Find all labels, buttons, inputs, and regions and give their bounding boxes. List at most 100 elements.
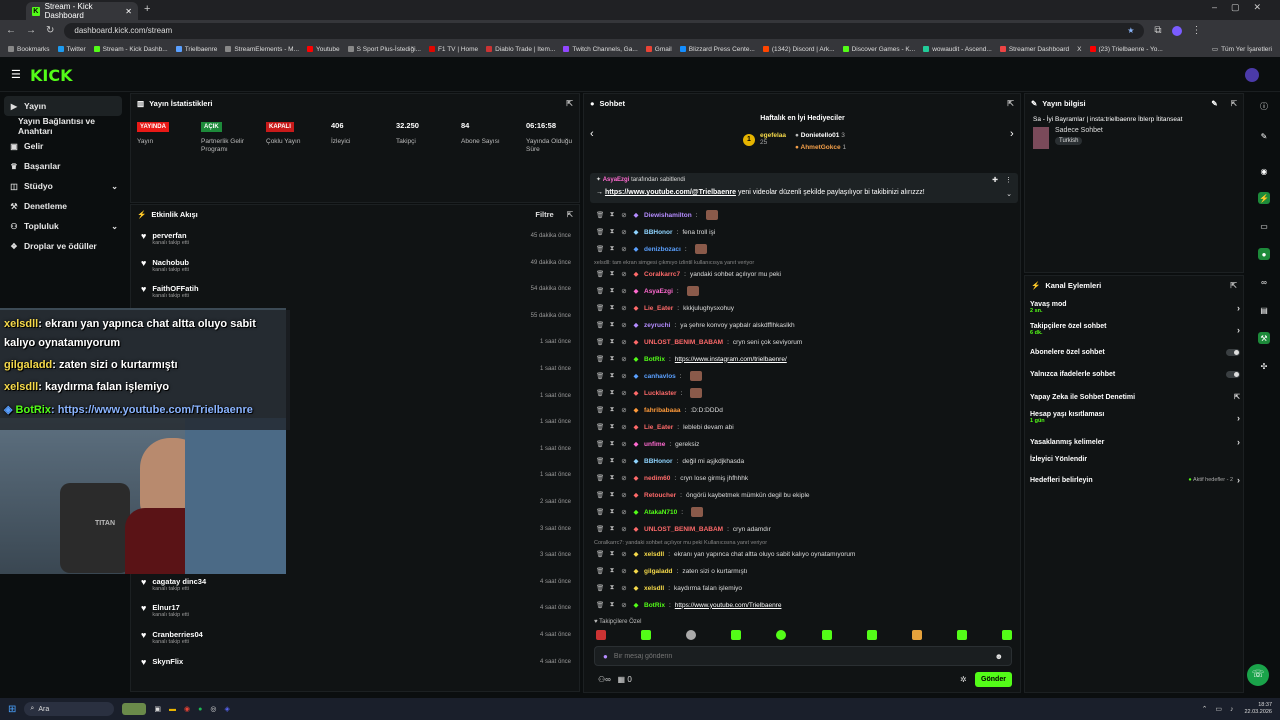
- bookmark-item[interactable]: (23) Trielbaenre - Yo...: [1089, 46, 1163, 53]
- chat-bubble-icon[interactable]: ●: [1258, 248, 1270, 260]
- files-icon[interactable]: ▣: [154, 705, 161, 713]
- followers-only-row[interactable]: Takipçilere özel sohbet 6 dk. ›: [1030, 323, 1240, 336]
- bookmark-item[interactable]: Diablo Trade | Item...: [486, 46, 555, 53]
- tray-icons[interactable]: ⌃ ▭ ♪: [1202, 705, 1237, 713]
- popout-icon[interactable]: ⇱: [1007, 99, 1014, 108]
- ban-icon[interactable]: ⊘: [620, 550, 628, 558]
- camera-icon[interactable]: ◉: [1258, 165, 1270, 177]
- chat-username[interactable]: Coralkarrc7: [644, 271, 680, 278]
- timeout-icon[interactable]: ⧗: [608, 228, 616, 236]
- delete-icon[interactable]: 🗑: [596, 525, 604, 533]
- sidebar-item-achievements[interactable]: ♛ Başarılar: [0, 156, 128, 176]
- chat-username[interactable]: UNLOST_BENIM_BABAM: [644, 339, 723, 346]
- chat-username[interactable]: unfime: [644, 441, 665, 448]
- bookmark-item[interactable]: Gmail: [645, 46, 672, 53]
- timeout-icon[interactable]: ⧗: [608, 304, 616, 312]
- chat-username[interactable]: Diewishamilton: [644, 212, 692, 219]
- chat-username[interactable]: fahribabaaa: [644, 407, 681, 414]
- activity-user[interactable]: Nachobub: [152, 258, 189, 267]
- delete-icon[interactable]: 🗑: [596, 355, 604, 363]
- delete-icon[interactable]: 🗑: [596, 211, 604, 219]
- timeout-icon[interactable]: ⧗: [608, 287, 616, 295]
- chat-username[interactable]: BBHonor: [644, 458, 673, 465]
- ban-icon[interactable]: ⊘: [620, 406, 628, 414]
- activity-user[interactable]: cagatay dinc34: [152, 577, 206, 586]
- timeout-icon[interactable]: ⧗: [608, 245, 616, 253]
- chat-username[interactable]: BotRix: [644, 602, 665, 609]
- delete-icon[interactable]: 🗑: [596, 270, 604, 278]
- filter-button[interactable]: Filtre: [535, 210, 553, 219]
- info-icon[interactable]: ⓘ: [1258, 100, 1270, 112]
- pinned-message[interactable]: ✦ AsyaEzgi tarafından sabitlendi → https…: [590, 173, 1018, 203]
- next-arrow-icon[interactable]: ›: [1010, 128, 1014, 140]
- timeout-icon[interactable]: ⧗: [608, 457, 616, 465]
- timeout-icon[interactable]: ⧗: [608, 321, 616, 329]
- timeout-icon[interactable]: ⧗: [608, 550, 616, 558]
- ban-icon[interactable]: ⊘: [620, 584, 628, 592]
- profile-avatar[interactable]: [1171, 25, 1182, 36]
- ban-icon[interactable]: ⊘: [620, 457, 628, 465]
- close-tab-icon[interactable]: ✕: [125, 7, 132, 16]
- delete-icon[interactable]: 🗑: [596, 440, 604, 448]
- delete-icon[interactable]: 🗑: [596, 372, 604, 380]
- bookmark-item[interactable]: Twitch Channels, Ga...: [563, 46, 638, 53]
- timeout-icon[interactable]: ⧗: [608, 406, 616, 414]
- sidebar-item-community[interactable]: ⚇ Topluluk ⌄: [0, 216, 128, 236]
- discord-icon[interactable]: ◈: [224, 705, 229, 713]
- pin-icon[interactable]: ✚: [992, 176, 998, 184]
- delete-icon[interactable]: 🗑: [596, 601, 604, 609]
- timeout-icon[interactable]: ⧗: [608, 211, 616, 219]
- bookmark-item[interactable]: Stream - Kick Dashb...: [93, 46, 168, 53]
- star-icon[interactable]: ★: [1127, 26, 1134, 35]
- ban-icon[interactable]: ⊘: [620, 304, 628, 312]
- widget-icon[interactable]: [122, 703, 147, 715]
- delete-icon[interactable]: 🗑: [596, 550, 604, 558]
- delete-icon[interactable]: 🗑: [596, 423, 604, 431]
- edit-icon[interactable]: ✎: [1258, 130, 1270, 142]
- chat-text[interactable]: https://www.instagram.com/trielbaenre/: [675, 356, 787, 363]
- timeout-icon[interactable]: ⧗: [608, 270, 616, 278]
- more-options-icon[interactable]: ⋮: [1005, 176, 1012, 184]
- category-label[interactable]: Sadece Sohbet: [1055, 127, 1103, 134]
- banned-words-row[interactable]: Yasaklanmış kelimeler ›: [1030, 437, 1240, 447]
- ban-icon[interactable]: ⊘: [620, 423, 628, 431]
- bookmark-item[interactable]: Youtube: [307, 46, 340, 53]
- card-icon[interactable]: ▭: [1258, 220, 1270, 232]
- layout-icon[interactable]: ▤: [1258, 304, 1270, 316]
- hamburger-menu-icon[interactable]: ☰: [11, 68, 21, 81]
- clock[interactable]: 18:37 22.03.2026: [1244, 702, 1272, 716]
- ban-icon[interactable]: ⊘: [620, 491, 628, 499]
- prev-arrow-icon[interactable]: ‹: [590, 128, 594, 140]
- user-avatar[interactable]: [1245, 68, 1259, 82]
- redirect-viewers-row[interactable]: İzleyici Yönlendir: [1030, 456, 1240, 463]
- emote-icon[interactable]: [776, 630, 787, 640]
- bolt-icon[interactable]: ⚡: [1258, 192, 1270, 204]
- activity-user[interactable]: Elnur17: [152, 603, 189, 612]
- settings-gear-icon[interactable]: ✲: [960, 675, 967, 684]
- emote-icon[interactable]: [866, 630, 877, 640]
- emote-icon[interactable]: [731, 630, 742, 640]
- emote-icon[interactable]: [686, 630, 697, 640]
- account-age-row[interactable]: Hesap yaşı kısıtlaması 1 gün ›: [1030, 411, 1240, 424]
- ban-icon[interactable]: ⊘: [620, 508, 628, 516]
- chat-username[interactable]: Lie_Eater: [644, 424, 673, 431]
- chat-text[interactable]: https://www.youtube.com/Trielbaenre: [675, 602, 782, 609]
- hammer-icon[interactable]: ⚒: [1258, 332, 1270, 344]
- timeout-icon[interactable]: ⧗: [608, 525, 616, 533]
- chat-username[interactable]: AsyaEzgi: [644, 288, 673, 295]
- delete-icon[interactable]: 🗑: [596, 474, 604, 482]
- timeout-icon[interactable]: ⧗: [608, 584, 616, 592]
- chat-username[interactable]: denizbozacı: [644, 246, 681, 253]
- popout-icon[interactable]: ⇱: [1231, 99, 1237, 108]
- delete-icon[interactable]: 🗑: [596, 304, 604, 312]
- activity-user[interactable]: perverfan: [152, 231, 189, 240]
- all-bookmarks[interactable]: ▭ Tüm Yer İşaretleri: [1212, 45, 1272, 54]
- timeout-icon[interactable]: ⧗: [608, 508, 616, 516]
- timeout-icon[interactable]: ⧗: [608, 338, 616, 346]
- timeout-icon[interactable]: ⧗: [608, 567, 616, 575]
- menu-dots-icon[interactable]: ⋮: [1192, 25, 1202, 36]
- taskbar-search[interactable]: ⌕ Ara: [24, 702, 115, 716]
- delete-icon[interactable]: 🗑: [596, 491, 604, 499]
- ban-icon[interactable]: ⊘: [620, 211, 628, 219]
- chat-username[interactable]: Lie_Eater: [644, 305, 673, 312]
